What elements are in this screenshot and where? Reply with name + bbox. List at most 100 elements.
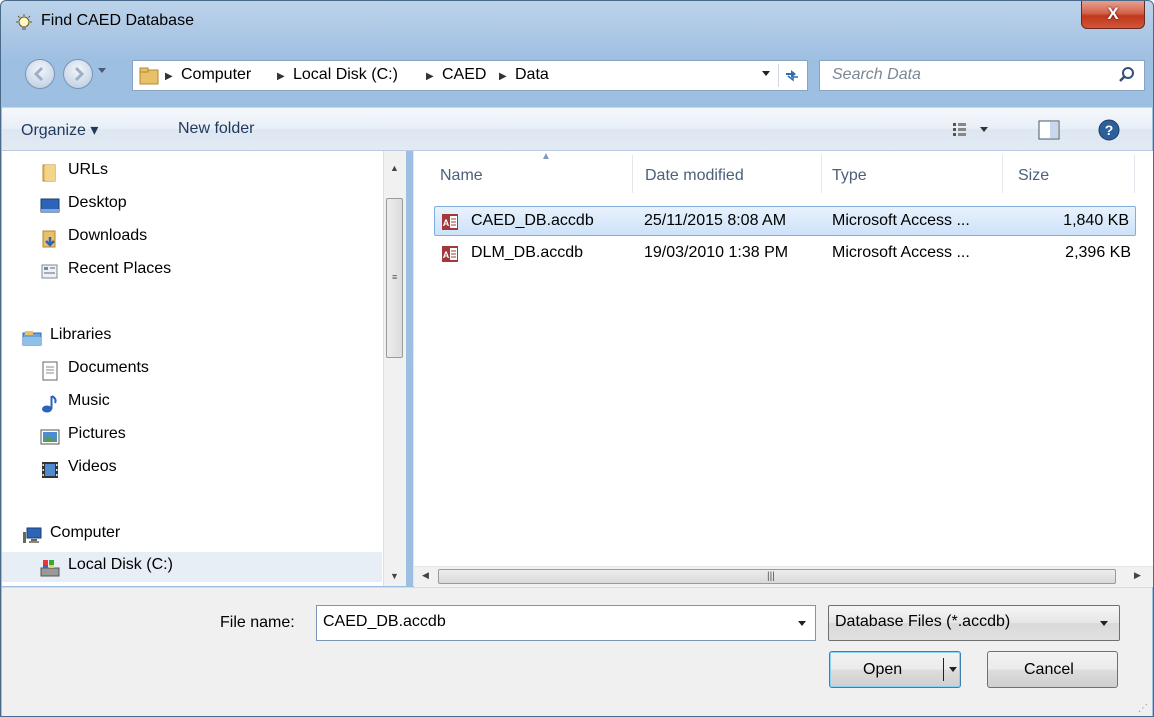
address-dropdown-icon[interactable]: [761, 70, 771, 78]
file-size: 1,840 KB: [1063, 212, 1129, 229]
nav-item-recent-places[interactable]: Recent Places: [2, 256, 382, 286]
chevron-down-icon[interactable]: [948, 666, 958, 674]
file-row[interactable]: A CAED_DB.accdb 25/11/2015 8:08 AM Micro…: [434, 206, 1136, 236]
preview-pane-icon[interactable]: [1038, 120, 1060, 140]
nav-item-downloads[interactable]: Downloads: [2, 223, 382, 253]
file-date: 25/11/2015 8:08 AM: [644, 212, 787, 229]
file-type-value: Database Files (*.accdb): [835, 613, 1011, 630]
column-header-type[interactable]: Type: [822, 151, 1002, 193]
resize-grip-icon[interactable]: ⋰: [1138, 703, 1148, 714]
access-database-icon: A: [442, 214, 458, 230]
lightbulb-icon: [16, 14, 32, 30]
file-name: DLM_DB.accdb: [471, 244, 584, 261]
nav-item-label: Music: [68, 392, 110, 409]
organize-menu[interactable]: Organize ▾: [21, 120, 98, 140]
close-button[interactable]: X: [1081, 1, 1145, 29]
file-size: 2,396 KB: [1065, 244, 1131, 261]
breadcrumb-data[interactable]: Data: [515, 66, 549, 84]
file-name-combobox[interactable]: CAED_DB.accdb: [316, 605, 816, 641]
recent-places-icon: [41, 264, 58, 279]
split-divider: [943, 658, 944, 681]
column-header-label: Size: [1018, 167, 1050, 184]
svg-text:?: ?: [1105, 122, 1114, 138]
column-header-name[interactable]: ▲ Name: [424, 151, 632, 193]
breadcrumb-separator-icon[interactable]: ▶: [499, 71, 507, 82]
column-header-label: Type: [832, 167, 867, 184]
forward-button[interactable]: [63, 59, 93, 89]
scroll-down-icon[interactable]: ▼: [390, 571, 399, 581]
nav-item-documents[interactable]: Documents: [2, 355, 382, 385]
file-date: 19/03/2010 1:38 PM: [644, 244, 789, 261]
file-row[interactable]: A DLM_DB.accdb 19/03/2010 1:38 PM Micros…: [434, 240, 1136, 270]
libraries-icon: [22, 331, 42, 346]
back-button[interactable]: [25, 59, 55, 89]
nav-item-music[interactable]: Music: [2, 388, 382, 418]
videos-icon: [42, 462, 58, 478]
cancel-button[interactable]: Cancel: [987, 651, 1118, 688]
back-arrow-icon: [33, 66, 44, 82]
music-icon: [42, 395, 57, 413]
sort-ascending-icon: ▲: [541, 151, 551, 162]
open-button[interactable]: Open: [829, 651, 961, 688]
change-view-icon[interactable]: [952, 121, 992, 139]
column-header-label: Name: [440, 167, 483, 184]
column-header-size[interactable]: Size: [1003, 151, 1133, 193]
open-button-label: Open: [863, 661, 903, 678]
scroll-up-icon[interactable]: ▲: [390, 163, 399, 173]
breadcrumb-computer[interactable]: Computer: [181, 66, 251, 84]
nav-item-label: Pictures: [68, 425, 126, 442]
recent-pages-dropdown-icon[interactable]: [97, 67, 107, 75]
nav-item-label: Documents: [68, 359, 149, 376]
navigation-vertical-scrollbar[interactable]: ▲ ≡ ▼: [383, 151, 406, 586]
navigation-tree: URLs Desktop Downloads Recent Places Lib…: [2, 151, 382, 586]
svg-text:A: A: [443, 250, 450, 260]
address-bar[interactable]: ▶ Computer ▶ Local Disk (C:) ▶ CAED ▶ Da…: [132, 60, 808, 91]
file-type: Microsoft Access ...: [832, 212, 970, 229]
breadcrumb-caed[interactable]: CAED: [442, 66, 486, 84]
scroll-thumb[interactable]: |||: [438, 569, 1116, 584]
scroll-left-icon[interactable]: ◀: [422, 570, 429, 581]
chevron-down-icon: [1100, 621, 1108, 626]
file-name-label: File name:: [220, 614, 295, 631]
nav-item-label: Recent Places: [68, 260, 172, 277]
address-divider: [778, 64, 779, 87]
file-type: Microsoft Access ...: [832, 244, 970, 261]
breadcrumb-local-disk[interactable]: Local Disk (C:): [293, 66, 398, 84]
forward-arrow-icon: [74, 66, 85, 82]
column-header-date-modified[interactable]: Date modified: [633, 151, 821, 193]
navigation-pane: URLs Desktop Downloads Recent Places Lib…: [2, 151, 406, 586]
scroll-right-icon[interactable]: ▶: [1134, 570, 1141, 581]
nav-item-desktop[interactable]: Desktop: [2, 190, 382, 220]
computer-icon: [23, 527, 42, 543]
file-name-field[interactable]: CAED_DB.accdb: [323, 613, 446, 631]
search-input[interactable]: Search Data: [832, 66, 921, 84]
scroll-thumb[interactable]: ≡: [386, 198, 403, 358]
title-bar[interactable]: Find CAED Database X: [1, 1, 1153, 45]
nav-item-label: Videos: [68, 458, 117, 475]
search-box[interactable]: Search Data: [819, 60, 1145, 91]
chevron-down-icon[interactable]: [797, 620, 807, 628]
file-type-select[interactable]: Database Files (*.accdb): [828, 605, 1120, 641]
breadcrumb-separator-icon[interactable]: ▶: [277, 71, 285, 82]
refresh-icon[interactable]: [783, 66, 801, 84]
nav-item-computer[interactable]: Computer: [2, 520, 382, 550]
nav-item-urls[interactable]: URLs: [2, 157, 382, 187]
nav-item-videos[interactable]: Videos: [2, 454, 382, 484]
svg-text:A: A: [443, 218, 450, 228]
folder-icon: [42, 164, 56, 182]
cancel-button-label: Cancel: [1024, 661, 1074, 678]
help-icon[interactable]: ?: [1098, 119, 1120, 141]
nav-item-pictures[interactable]: Pictures: [2, 421, 382, 451]
nav-item-libraries[interactable]: Libraries: [2, 322, 382, 352]
nav-item-label: URLs: [68, 161, 109, 178]
breadcrumb-separator-icon[interactable]: ▶: [426, 71, 434, 82]
command-bar: Organize ▾ New folder ?: [2, 107, 1152, 151]
column-divider[interactable]: [1134, 155, 1135, 193]
breadcrumb-separator-icon[interactable]: ▶: [165, 71, 173, 82]
folder-icon: [139, 67, 159, 85]
file-list-horizontal-scrollbar[interactable]: ◀ ||| ▶: [414, 566, 1153, 587]
new-folder-button[interactable]: New folder: [178, 120, 254, 138]
nav-item-local-disk[interactable]: Local Disk (C:): [2, 552, 382, 582]
desktop-icon: [40, 198, 60, 213]
search-icon[interactable]: [1118, 66, 1136, 84]
